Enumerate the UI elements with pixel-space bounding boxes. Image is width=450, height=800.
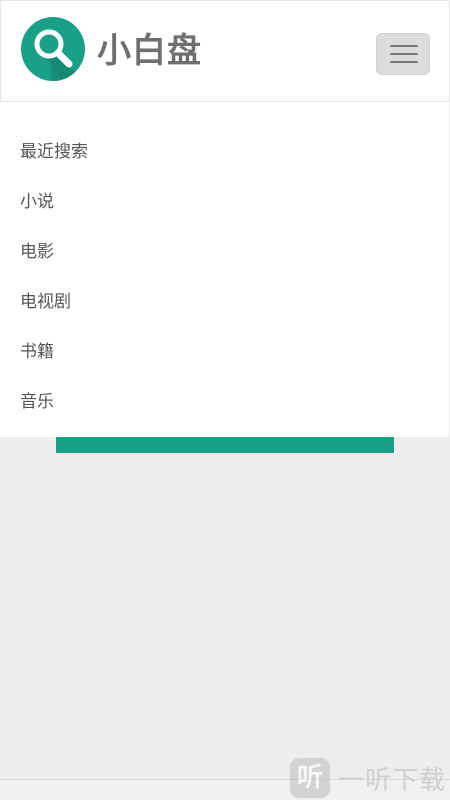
hamburger-icon [390, 61, 418, 63]
hamburger-icon [390, 53, 418, 55]
watermark: 听 一听下载 [290, 757, 446, 799]
watermark-logo-icon: 听 [290, 758, 330, 798]
menu-item-music[interactable]: 音乐 [20, 390, 54, 414]
brand-title: 小白盘 [97, 31, 202, 71]
menu-item-recent-search[interactable]: 最近搜索 [20, 140, 88, 164]
dropdown-menu: 最近搜索 小说 电影 电视剧 书籍 音乐 [0, 102, 450, 437]
menu-item-books[interactable]: 书籍 [20, 340, 54, 364]
menu-toggle-button[interactable] [376, 33, 430, 75]
hamburger-icon [390, 45, 418, 47]
logo-search-icon[interactable] [21, 17, 85, 81]
menu-item-movies[interactable]: 电影 [20, 240, 54, 264]
top-navbar: 小白盘 [0, 0, 450, 103]
search-icon [34, 29, 85, 81]
menu-item-tv-series[interactable]: 电视剧 [20, 290, 71, 314]
watermark-text: 一听下载 [338, 765, 447, 796]
accent-bar [56, 437, 394, 453]
menu-item-novels[interactable]: 小说 [20, 190, 54, 214]
page: 小白盘 最近搜索 小说 电影 电视剧 书籍 音乐 听 一听下载 [0, 0, 450, 800]
